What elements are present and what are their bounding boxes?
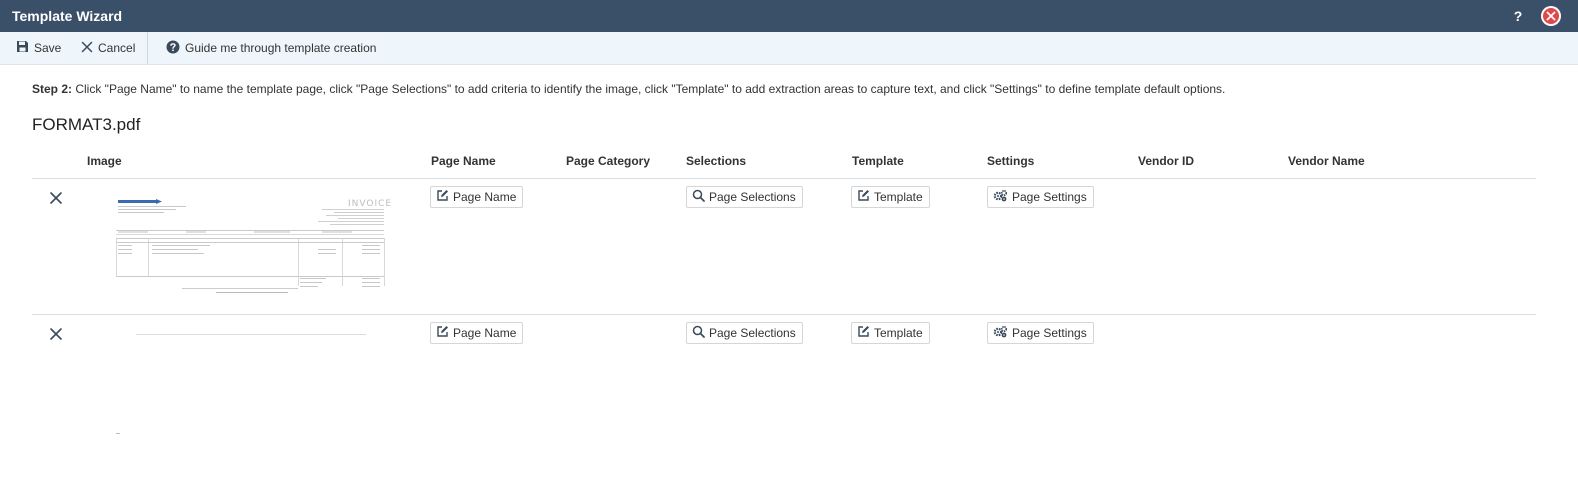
template-button[interactable]: Template bbox=[851, 322, 930, 344]
file-name: FORMAT3.pdf bbox=[32, 115, 141, 134]
column-header-page-category: Page Category bbox=[566, 154, 651, 168]
window-title: Template Wizard bbox=[12, 8, 123, 24]
question-circle-icon bbox=[166, 40, 185, 57]
column-header-vendor-id: Vendor ID bbox=[1138, 154, 1195, 168]
title-bar: Template Wizard ? bbox=[0, 0, 1578, 32]
page-name-button[interactable]: Page Name bbox=[430, 322, 524, 344]
page-selections-button-label: Page Selections bbox=[709, 190, 796, 204]
template-button-label: Template bbox=[874, 326, 923, 340]
guide-label: Guide me through template creation bbox=[185, 41, 377, 55]
cancel-label: Cancel bbox=[98, 41, 136, 55]
guide-button[interactable]: Guide me through template creation bbox=[166, 32, 376, 64]
column-header-template: Template bbox=[852, 154, 904, 168]
column-header-page-name: Page Name bbox=[431, 154, 496, 168]
page-settings-button-label: Page Settings bbox=[1012, 326, 1087, 340]
cancel-button[interactable]: Cancel bbox=[81, 32, 135, 64]
page-thumbnail: INVOICE bbox=[112, 194, 392, 298]
close-window-button[interactable] bbox=[1541, 6, 1561, 26]
save-icon bbox=[16, 40, 34, 56]
step-label: Step 2: bbox=[32, 82, 73, 96]
search-icon bbox=[692, 189, 709, 205]
page-settings-button[interactable]: Page Settings bbox=[987, 186, 1094, 208]
step-instructions: Step 2: Click "Page Name" to name the te… bbox=[32, 82, 1225, 96]
row-divider bbox=[32, 314, 1536, 315]
toolbar: Save Cancel Guide me through template cr… bbox=[0, 32, 1578, 65]
page-name-button-label: Page Name bbox=[453, 326, 517, 340]
step-text: Click "Page Name" to name the template p… bbox=[72, 82, 1226, 96]
close-icon bbox=[48, 328, 64, 346]
template-button[interactable]: Template bbox=[851, 186, 930, 208]
close-icon bbox=[48, 192, 64, 210]
delete-row-button[interactable] bbox=[48, 326, 64, 342]
edit-icon bbox=[857, 189, 874, 205]
gears-icon bbox=[993, 189, 1012, 205]
edit-icon bbox=[857, 325, 874, 341]
help-button[interactable]: ? bbox=[1511, 7, 1525, 25]
close-icon bbox=[1543, 8, 1559, 24]
page-name-button[interactable]: Page Name bbox=[430, 186, 524, 208]
page-thumbnail bbox=[112, 330, 392, 438]
page-selections-button[interactable]: Page Selections bbox=[686, 186, 803, 208]
column-header-vendor-name: Vendor Name bbox=[1288, 154, 1365, 168]
toolbar-divider bbox=[147, 32, 148, 64]
page-selections-button[interactable]: Page Selections bbox=[686, 322, 803, 344]
save-button[interactable]: Save bbox=[16, 32, 61, 64]
blank-page-thumbnail-image bbox=[112, 330, 392, 438]
edit-icon bbox=[436, 189, 453, 205]
invoice-thumbnail-image: INVOICE bbox=[112, 194, 392, 298]
delete-row-button[interactable] bbox=[48, 190, 64, 206]
search-icon bbox=[692, 325, 709, 341]
save-label: Save bbox=[34, 41, 62, 55]
page-name-button-label: Page Name bbox=[453, 190, 517, 204]
edit-icon bbox=[436, 325, 453, 341]
close-icon bbox=[81, 41, 98, 56]
column-header-image: Image bbox=[87, 154, 122, 168]
header-divider bbox=[32, 178, 1536, 179]
page-selections-button-label: Page Selections bbox=[709, 326, 796, 340]
thumbnail-heading: INVOICE bbox=[348, 199, 392, 209]
page-settings-button-label: Page Settings bbox=[1012, 190, 1087, 204]
column-header-settings: Settings bbox=[987, 154, 1035, 168]
column-header-selections: Selections bbox=[686, 154, 747, 168]
page-settings-button[interactable]: Page Settings bbox=[987, 322, 1094, 344]
gears-icon bbox=[993, 325, 1012, 341]
template-button-label: Template bbox=[874, 190, 923, 204]
